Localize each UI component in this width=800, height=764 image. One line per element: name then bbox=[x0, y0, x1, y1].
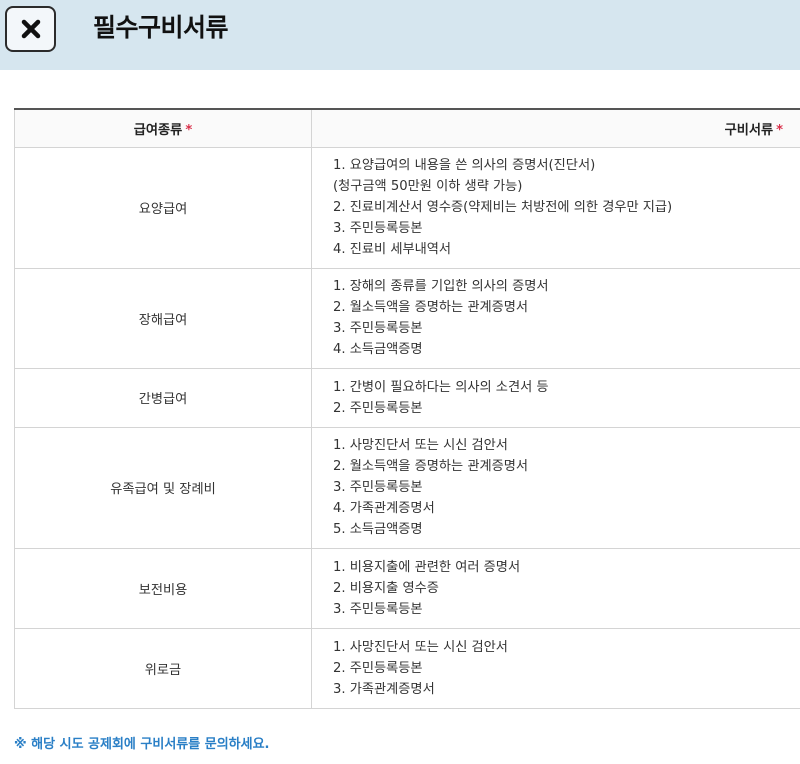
benefit-type-cell: 요양급여 bbox=[14, 146, 312, 269]
document-item: 2. 주민등록등본 bbox=[333, 660, 423, 676]
document-item: 1. 사망진단서 또는 시신 검안서 bbox=[333, 639, 508, 655]
table-body: 요양급여 1. 요양급여의 내용을 쓴 의사의 증명서(진단서) (청구금액 50만… bbox=[14, 146, 800, 709]
documents-cell: 1. 간병이 필요하다는 의사의 소견서 등 2. 주민등록등본 bbox=[311, 367, 800, 428]
document-item: 3. 주민등록등본 bbox=[333, 321, 423, 336]
documents-cell: 1. 요양급여의 내용을 쓴 의사의 증명서(진단서) (청구금액 50만원 이하… bbox=[311, 146, 800, 269]
required-mark: * bbox=[776, 122, 783, 138]
document-item: 3. 가족관계증명서 bbox=[333, 681, 435, 697]
column-header-benefit-type: 급여종류 * bbox=[14, 108, 312, 148]
table-row: 간병급여 1. 간병이 필요하다는 의사의 소견서 등 2. 주민등록등본 bbox=[14, 367, 800, 428]
close-icon bbox=[21, 19, 40, 39]
required-mark: * bbox=[185, 122, 193, 138]
close-button[interactable] bbox=[5, 6, 56, 52]
document-item: 5. 소득금액증명 bbox=[333, 522, 423, 537]
documents-cell: 1. 장해의 종류를 기입한 의사의 증명서 2. 월소득액을 증명하는 관계증명… bbox=[311, 267, 800, 369]
document-item: 4. 소득금액증명 bbox=[333, 342, 423, 357]
table-row: 위로금 1. 사망진단서 또는 시신 검안서 2. 주민등록등본 3. 가족관계증명서 bbox=[14, 627, 800, 709]
document-item: 1. 요양급여의 내용을 쓴 의사의 증명서(진단서) bbox=[333, 158, 596, 173]
document-item: 2. 비용지출 영수증 bbox=[333, 580, 439, 596]
document-item: 1. 비용지출에 관련한 여러 증명서 bbox=[333, 559, 521, 575]
document-item: 2. 주민등록등본 bbox=[333, 400, 423, 416]
documents-cell: 1. 비용지출에 관련한 여러 증명서 2. 비용지출 영수증 3. 주민등록등본 bbox=[311, 547, 800, 629]
inquiry-note: ※ 해당 시도 공제회에 구비서류를 문의하세요. bbox=[14, 737, 270, 752]
table-row: 요양급여 1. 요양급여의 내용을 쓴 의사의 증명서(진단서) (청구금액 50만… bbox=[14, 146, 800, 269]
benefit-type-cell: 보전비용 bbox=[14, 547, 312, 629]
document-item: 1. 간병이 필요하다는 의사의 소견서 등 bbox=[333, 379, 549, 395]
benefit-type-cell: 위로금 bbox=[14, 627, 312, 709]
documents-cell: 1. 사망진단서 또는 시신 검안서 2. 월소득액을 증명하는 관계증명서 3. … bbox=[311, 426, 800, 549]
benefit-type-cell: 유족급여 및 장례비 bbox=[14, 426, 312, 549]
document-item: 3. 주민등록등본 bbox=[333, 480, 423, 495]
document-item: (청구금액 50만원 이하 생략 가능) bbox=[333, 179, 523, 194]
table-row: 장해급여 1. 장해의 종류를 기입한 의사의 증명서 2. 월소득액을 증명하는 … bbox=[14, 267, 800, 369]
page-title: 필수구비서류 bbox=[93, 13, 229, 42]
document-item: 1. 사망진단서 또는 시신 검안서 bbox=[333, 438, 508, 453]
table-row: 유족급여 및 장례비 1. 사망진단서 또는 시신 검안서 2. 월소득액을 증명하… bbox=[14, 426, 800, 549]
documents-cell: 1. 사망진단서 또는 시신 검안서 2. 주민등록등본 3. 가족관계증명서 bbox=[311, 627, 800, 709]
benefit-type-cell: 간병급여 bbox=[14, 367, 312, 428]
document-item: 4. 진료비 세부내역서 bbox=[333, 242, 452, 257]
document-item: 4. 가족관계증명서 bbox=[333, 501, 435, 516]
document-item: 2. 월소득액을 증명하는 관계증명서 bbox=[333, 459, 529, 474]
document-item: 2. 월소득액을 증명하는 관계증명서 bbox=[333, 300, 529, 315]
required-documents-table: 급여종류 * 구비서류 * 요양급여 1. 요양급여의 내용을 쓴 의사의 증명서(진… bbox=[14, 108, 800, 709]
document-item: 3. 주민등록등본 bbox=[333, 221, 423, 236]
column-header-label: 급여종류 bbox=[133, 122, 183, 138]
header-bar: 필수구비서류 bbox=[0, 0, 800, 70]
document-item: 3. 주민등록등본 bbox=[333, 601, 423, 617]
document-item: 1. 장해의 종류를 기입한 의사의 증명서 bbox=[333, 279, 549, 294]
table-row: 보전비용 1. 비용지출에 관련한 여러 증명서 2. 비용지출 영수증 3. 주민등… bbox=[14, 547, 800, 629]
column-header-documents: 구비서류 * bbox=[311, 108, 800, 148]
document-item: 2. 진료비계산서 영수증(약제비는 처방전에 의한 경우만 지급) bbox=[333, 200, 673, 215]
table-header-row: 급여종류 * 구비서류 * bbox=[14, 108, 800, 148]
column-header-label: 구비서류 bbox=[724, 122, 774, 138]
benefit-type-cell: 장해급여 bbox=[14, 267, 312, 369]
